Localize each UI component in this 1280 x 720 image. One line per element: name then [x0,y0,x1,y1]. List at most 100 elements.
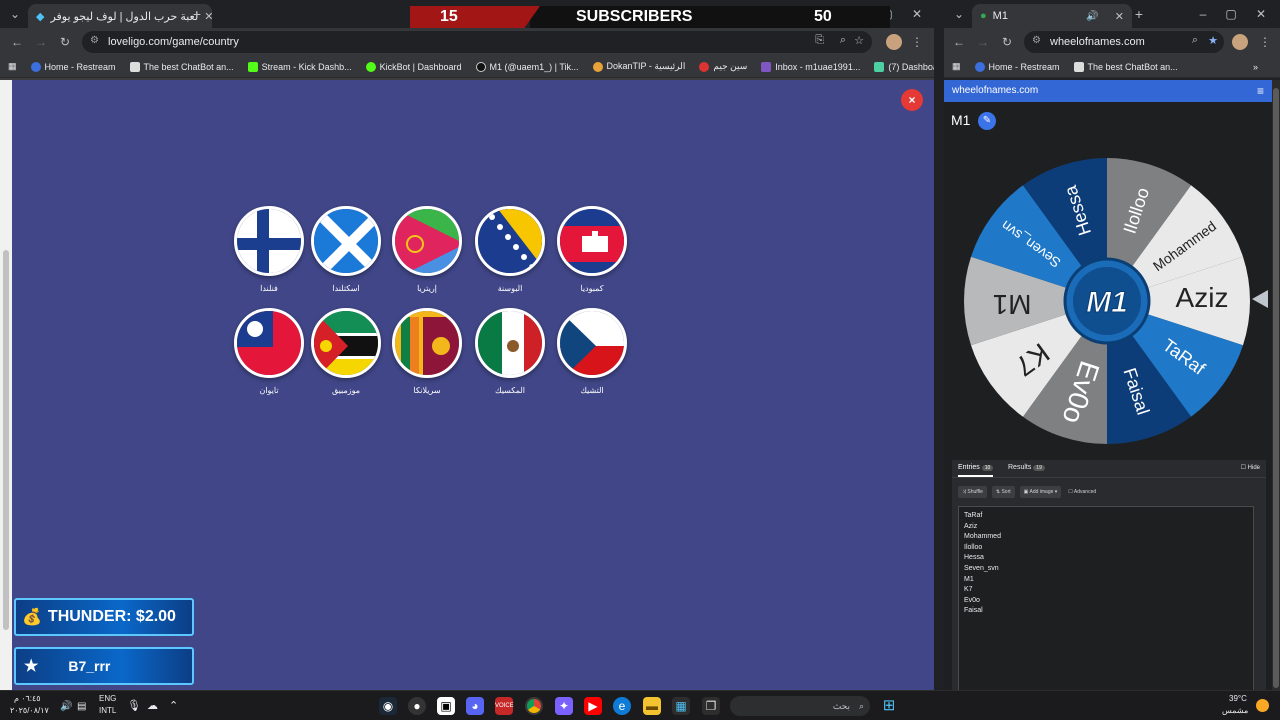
bookmark-item[interactable]: Inbox - m1uae1991... [754,61,867,72]
speaker-icon[interactable]: 🔊 [60,701,72,712]
add-image-button[interactable]: ▣ Add image ▾ [1019,486,1062,498]
steam-icon[interactable]: ◉ [379,697,397,715]
apps-grid-icon[interactable]: ▦ [0,61,24,72]
bookmark-item[interactable]: DokanTIP - الرئيسية [586,61,693,72]
more-bookmarks-icon[interactable]: » [1246,62,1280,72]
shuffle-button[interactable]: ⤨ Shuffle [958,486,987,498]
zoom-icon[interactable]: ⌕ [1192,34,1198,47]
flag-option-mozambique[interactable]: موزمبيق [308,308,384,395]
tab-loveligo[interactable]: ◆ لعبة حرب الدول | لوف ليجو يوفر ✕ [28,4,212,28]
audio-icon[interactable]: 🔊 [1086,11,1098,22]
language-indicator[interactable]: ENG [99,694,116,703]
left-scrollbar-thumb[interactable] [3,250,9,630]
discord-icon[interactable]: ◕ [466,697,484,715]
close-window-icon[interactable]: ✕ [1250,4,1272,24]
sun-weather-icon[interactable] [1256,699,1269,712]
bookmark-star-icon[interactable]: ★ [1208,34,1218,47]
tab-search-icon[interactable]: ⌄ [948,4,970,24]
flag-option-sri-lanka[interactable]: سريلانكا [389,308,465,395]
search-placeholder: بحث [832,701,850,711]
zoom-icon[interactable]: ⌕ [840,34,846,47]
maximize-icon[interactable]: ▢ [1220,4,1242,24]
back-icon[interactable]: ← [6,32,28,52]
sort-button[interactable]: ⇅ Sort [991,486,1015,498]
bookmark-item[interactable]: (7) Dashboard / Stre... [867,61,934,72]
star-icon: ★ [24,658,39,675]
flag-option-bosnia[interactable]: البوسنة [472,206,548,293]
flag-option-cambodia[interactable]: كمبوديا [554,206,630,293]
profile-avatar[interactable] [886,34,902,50]
forward-icon[interactable]: → [972,32,994,52]
bookmark-item[interactable]: KickBot | Dashboard [359,61,469,72]
entries-count-badge: 10 [981,465,994,471]
advanced-checkbox[interactable]: ☐ Advanced [1066,486,1098,498]
voice-mod-icon[interactable]: VOICE [495,697,514,715]
edge-icon[interactable]: e [613,697,631,715]
store-icon[interactable]: ▦ [672,697,690,715]
right-scrollbar[interactable] [1272,80,1280,690]
microphone-icon[interactable]: 🎙 [127,699,141,712]
apps-grid-icon[interactable]: ▦ [944,61,968,72]
back-icon[interactable]: ← [948,32,970,52]
flag-option-eritrea[interactable]: إريتريا [389,206,465,293]
tab-search-icon[interactable]: ⌄ [4,4,26,24]
tab-results[interactable]: Results 19 [1008,464,1045,471]
subscriber-label: SUBSCRIBERS [576,8,693,25]
bookmark-item[interactable]: سين جيم [692,61,754,72]
left-address-bar[interactable]: ⚙ loveligo.com/game/country ⎘ ⌕ ☆ [82,31,872,53]
kick-icon [247,61,258,72]
entries-textarea[interactable]: TaRaf Aziz Mohammed Ilolloo Hessa Seven_… [958,506,1254,690]
minimize-icon[interactable]: – [1192,4,1214,24]
name-wheel[interactable]: AzizTaRafFaisalEv0oK7M1Seven_svnHessa Ilo… [962,156,1252,446]
hamburger-menu-icon[interactable]: ≡ [1257,80,1264,102]
flag-option-mexico[interactable]: المكسيك [472,308,548,395]
new-tab-icon[interactable]: + [1128,4,1150,24]
tab-close-icon[interactable]: ✕ [1115,10,1124,23]
taskview-icon[interactable]: ❐ [702,697,720,715]
menu-dots-icon[interactable]: ⋮ [1254,32,1276,52]
bookmark-item[interactable]: Home - Restream [968,61,1067,72]
menu-dots-icon[interactable]: ⋮ [906,32,928,52]
bookmark-item[interactable]: Home - Restream [24,61,123,72]
bookmark-item[interactable]: The best ChatBot an... [1067,61,1185,72]
chrome-icon[interactable] [525,697,543,715]
file-explorer-icon[interactable]: ▬ [643,697,661,715]
restream-icon [974,61,985,72]
flag-option-scotland[interactable]: اسكتلندا [308,206,384,293]
tab-entries[interactable]: Entries 10 [958,464,994,477]
obs-icon[interactable]: ● [408,697,426,715]
flag-option-finland[interactable]: فنلندا [231,206,307,293]
close-window-icon[interactable]: ✕ [906,4,928,24]
site-info-icon[interactable]: ⚙ [1032,35,1041,46]
subscriber-bar-progress [410,6,540,28]
left-scrollbar[interactable] [0,80,12,690]
bookmark-item[interactable]: The best ChatBot an... [123,61,241,72]
hide-checkbox[interactable]: ☐ Hide [1241,464,1260,471]
bookmark-item[interactable]: M1 (@uaem1_) | Tik... [469,61,586,72]
taskbar-search[interactable]: بحث ⌕ [730,696,870,716]
right-address-bar[interactable]: ⚙ wheelofnames.com ⌕ ★ [1024,31,1224,53]
windows-start-icon[interactable]: ⊞ [880,697,898,715]
new-tab-icon[interactable]: + [186,4,208,24]
dashboard-icon [874,61,885,72]
edit-pencil-icon[interactable]: ✎ [978,112,996,130]
site-info-icon[interactable]: ⚙ [90,35,99,46]
capcut-icon[interactable]: ▣ [437,697,455,715]
right-scrollbar-thumb[interactable] [1273,88,1279,688]
flag-option-taiwan[interactable]: تايوان [231,308,307,395]
bookmark-star-icon[interactable]: ☆ [854,34,864,47]
youtube-icon[interactable]: ▶ [584,697,602,715]
tray-expand-icon[interactable]: ⌃ [169,699,178,712]
network-icon[interactable]: ▤ [77,701,86,712]
bookmark-item[interactable]: Stream - Kick Dashb... [241,61,359,72]
profile-avatar[interactable] [1232,34,1248,50]
forward-icon[interactable]: → [30,32,52,52]
reload-icon[interactable]: ↻ [996,32,1018,52]
cloud-icon[interactable]: ☁ [147,699,158,712]
translate-icon[interactable]: ⎘ [815,34,824,47]
reload-icon[interactable]: ↻ [54,32,76,52]
game-close-button[interactable]: × [901,89,923,111]
flag-option-czech[interactable]: التشيك [554,308,630,395]
tab-wheelofnames[interactable]: ● M1 🔊 ✕ [972,4,1132,28]
copilot-icon[interactable]: ✦ [555,697,573,715]
